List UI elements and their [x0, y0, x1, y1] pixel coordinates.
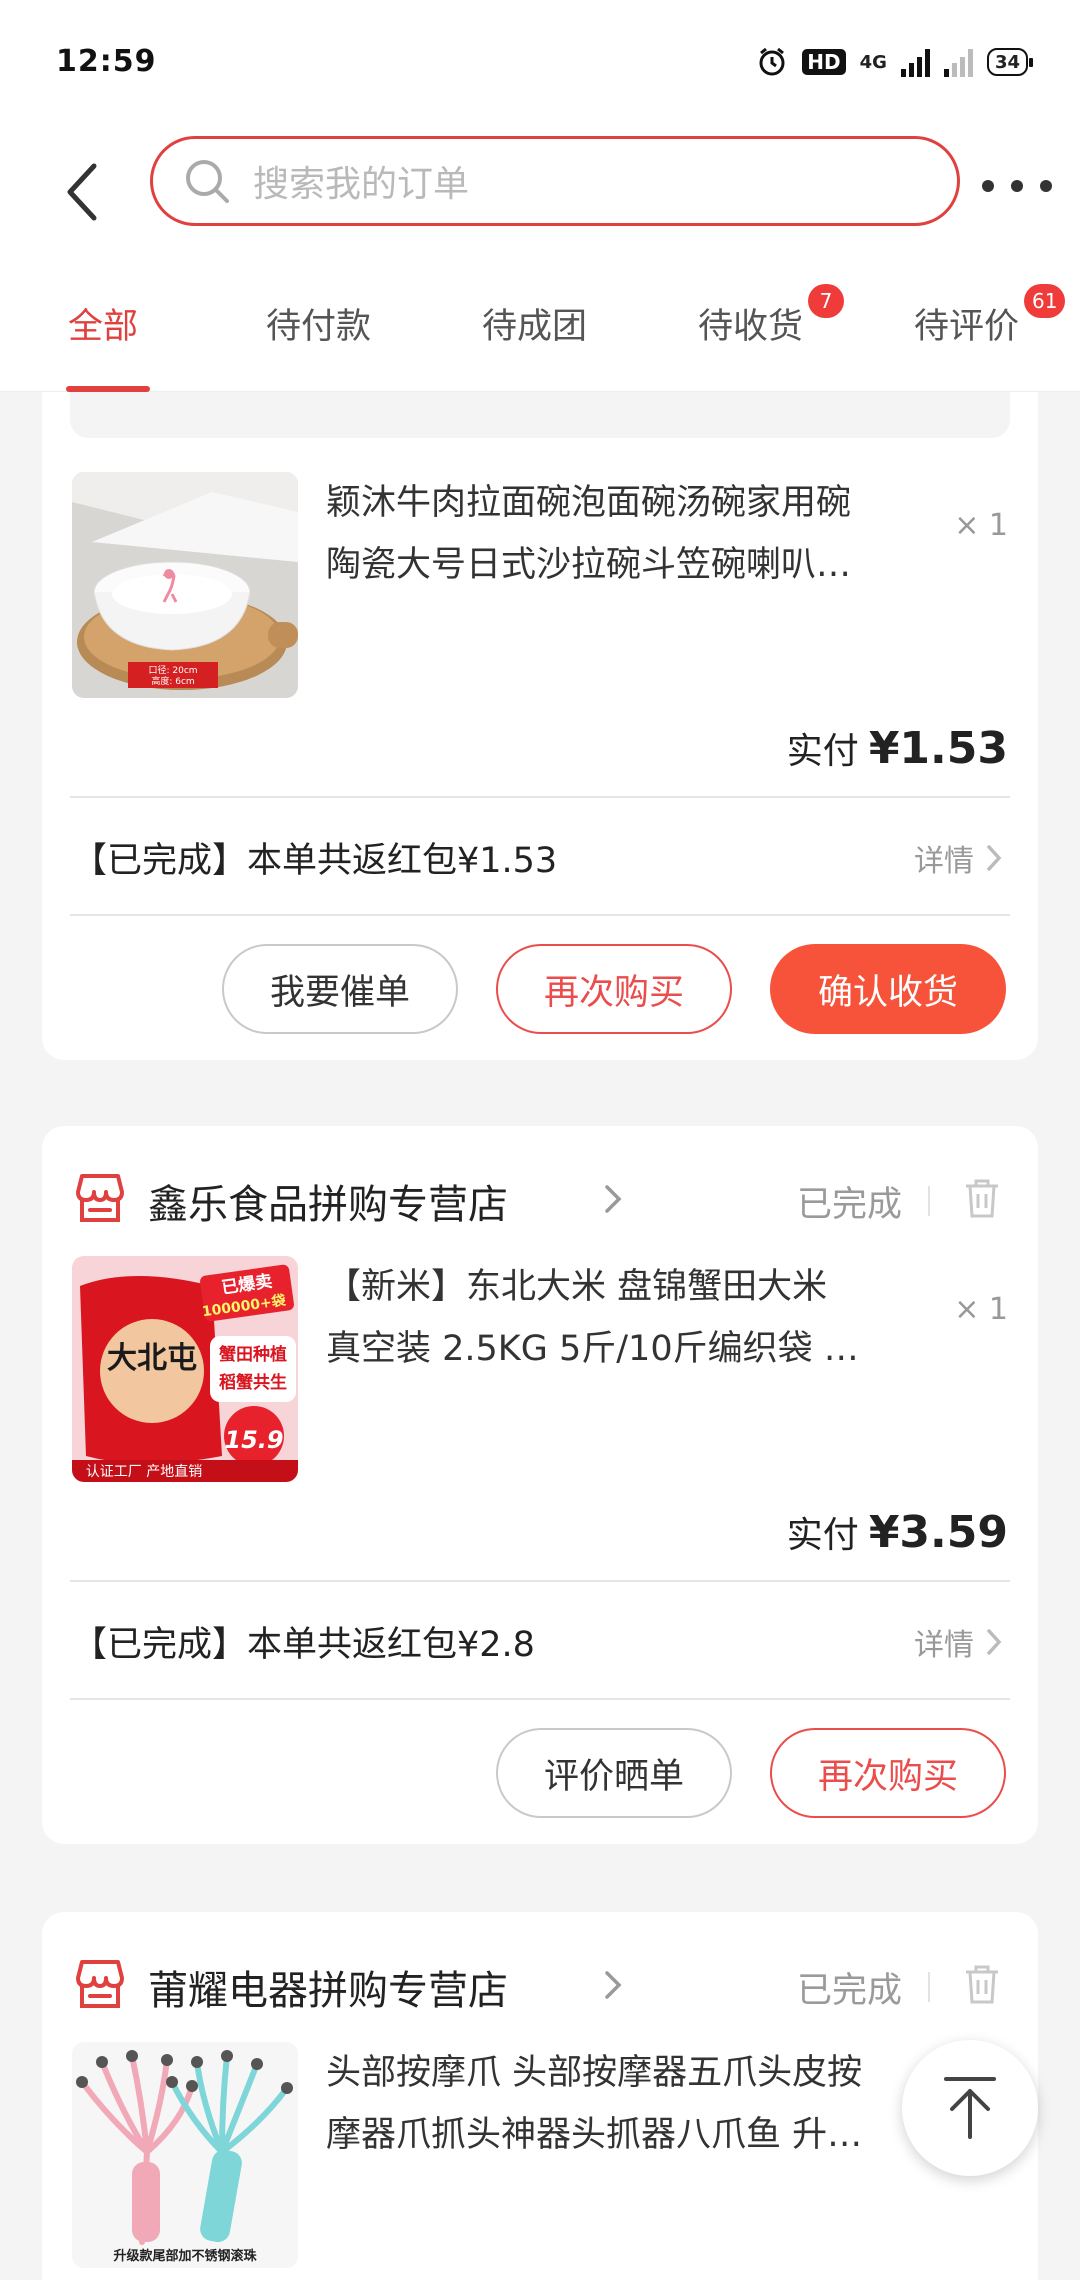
detail-link[interactable]: 详情 [914, 836, 1002, 880]
dot [982, 180, 994, 192]
trash-icon[interactable] [962, 1962, 1002, 2006]
svg-text:口径: 20cm: 口径: 20cm [148, 664, 197, 676]
urge-order-button[interactable]: 我要催单 [222, 944, 458, 1034]
tab-pending-payment[interactable]: 待付款 [266, 298, 371, 349]
divider [70, 1580, 1010, 1582]
divider [928, 1186, 930, 1216]
order-tabs: 全部 待付款 待成团 待收货 7 待评价 61 [0, 260, 1080, 392]
chevron-right-icon [987, 1629, 1002, 1655]
back-button[interactable] [52, 152, 112, 232]
order-card: 鑫乐食品拼购专营店 已完成 大北屯 已爆卖 100000+袋 蟹田种植 稻蟹共生… [42, 1126, 1038, 1844]
tab-pending-review[interactable]: 待评价 61 [914, 284, 1066, 349]
store-icon [76, 1960, 124, 2008]
search-icon [186, 160, 229, 203]
image-tag: 蟹田种植 [219, 1344, 287, 1365]
arrow-up-icon [944, 2077, 996, 2139]
image-tag: 稻蟹共生 [219, 1372, 287, 1393]
back-icon [67, 163, 97, 221]
review-button[interactable]: 评价晒单 [496, 1728, 732, 1818]
paid-amount-row: 实付 ¥3.59 [787, 1506, 1008, 1558]
status-bar: 12:59 HD 4G 34 [0, 0, 1080, 130]
count-badge: 7 [808, 284, 844, 318]
tab-all[interactable]: 全部 [68, 298, 138, 349]
product-title[interactable]: 【新米】东北大米 盘锦蟹田大米 真空装 2.5KG 5斤/10斤编织袋 … [326, 1256, 906, 1380]
divider [70, 914, 1010, 916]
rice-bag-image: 大北屯 已爆卖 100000+袋 蟹田种植 稻蟹共生 15.9 认证工厂 产地直… [72, 1256, 298, 1482]
rebate-text: 【已完成】本单共返红包¥2.8 [72, 1625, 535, 1665]
network-type: 4G [859, 51, 887, 73]
signal-icon [900, 47, 930, 77]
detail-label: 详情 [914, 844, 974, 879]
product-quantity: × 1 [954, 1292, 1008, 1327]
divider [70, 1698, 1010, 1700]
store-header: 鑫乐食品拼购专营店 已完成 [72, 1170, 1008, 1230]
status-icons: HD 4G 34 [756, 46, 1034, 78]
paid-label: 实付 [786, 731, 859, 772]
battery-icon: 34 [986, 48, 1034, 76]
image-price: 15.9 [224, 1426, 283, 1454]
product-quantity: × 1 [954, 508, 1008, 543]
trash-icon[interactable] [962, 1176, 1002, 1220]
previous-section-edge [70, 392, 1010, 438]
alarm-icon [759, 47, 785, 76]
dot [1011, 180, 1023, 192]
detail-label: 详情 [914, 1628, 974, 1663]
svg-text:高度: 6cm: 高度: 6cm [151, 675, 194, 687]
paid-amount: ¥3.59 [868, 1507, 1008, 1558]
order-card: 莆耀电器拼购专营店 已完成 升级款尾部加不锈钢滚珠 头部按摩爪 头部按摩器五爪头 [42, 1912, 1038, 2280]
order-card: 口径: 20cm 高度: 6cm 颖沐牛肉拉面碗泡面碗汤碗家用碗 陶瓷大号日式沙… [42, 392, 1038, 1060]
count-badge: 61 [1024, 284, 1066, 318]
product-title[interactable]: 头部按摩爪 头部按摩器五爪头皮按 摩器爪抓头神器头抓器八爪鱼 升… [326, 2042, 906, 2166]
image-caption: 升级款尾部加不锈钢滚珠 [113, 2248, 257, 2264]
bowl-image: 口径: 20cm 高度: 6cm [72, 472, 298, 698]
buy-again-button[interactable]: 再次购买 [496, 944, 732, 1034]
hd-icon: HD [802, 49, 846, 75]
store-name[interactable]: 莆耀电器拼购专营店 [148, 1958, 508, 2016]
tab-pending-receipt[interactable]: 待收货 7 [698, 284, 844, 349]
paid-label: 实付 [786, 1515, 859, 1556]
product-title-line: 摩器爪抓头神器头抓器八爪鱼 升… [326, 2115, 863, 2155]
search-input[interactable]: 搜索我的订单 [150, 136, 960, 226]
search-placeholder: 搜索我的订单 [253, 164, 470, 205]
product-image[interactable]: 大北屯 已爆卖 100000+袋 蟹田种植 稻蟹共生 15.9 认证工厂 产地直… [72, 1256, 298, 1482]
tab-label: 待收货 [698, 307, 804, 347]
detail-link[interactable]: 详情 [914, 1620, 1002, 1664]
order-status: 已完成 [796, 1971, 902, 2011]
more-button[interactable] [982, 166, 1052, 206]
chevron-right-icon[interactable] [602, 1970, 624, 2000]
product-title-line: 头部按摩爪 头部按摩器五爪头皮按 [326, 2053, 863, 2093]
buy-again-button[interactable]: 再次购买 [770, 1728, 1006, 1818]
head-massager-image: 升级款尾部加不锈钢滚珠 [72, 2042, 298, 2268]
back-to-top-button[interactable] [902, 2040, 1038, 2176]
chevron-right-icon[interactable] [602, 1184, 624, 1214]
paid-amount: ¥1.53 [868, 723, 1008, 774]
header: 搜索我的订单 [0, 130, 1080, 260]
product-image[interactable]: 口径: 20cm 高度: 6cm [72, 472, 298, 698]
chevron-right-icon [987, 845, 1002, 871]
store-name[interactable]: 鑫乐食品拼购专营店 [148, 1172, 508, 1230]
image-brand: 大北屯 [107, 1341, 197, 1376]
dot [1040, 180, 1052, 192]
product-title-line: 陶瓷大号日式沙拉碗斗笠碗喇叭… [326, 545, 852, 585]
product-title[interactable]: 颖沐牛肉拉面碗泡面碗汤碗家用碗 陶瓷大号日式沙拉碗斗笠碗喇叭… [326, 472, 906, 596]
product-title-line: 颖沐牛肉拉面碗泡面碗汤碗家用碗 [326, 483, 852, 523]
divider [928, 1972, 930, 2002]
status-time: 12:59 [56, 44, 157, 79]
image-footer: 认证工厂 产地直销 [86, 1463, 202, 1480]
store-header: 莆耀电器拼购专营店 已完成 [72, 1956, 1008, 2016]
store-icon [76, 1174, 124, 1222]
rebate-text: 【已完成】本单共返红包¥1.53 [72, 841, 558, 881]
divider [70, 796, 1010, 798]
product-image[interactable]: 升级款尾部加不锈钢滚珠 [72, 2042, 298, 2268]
tab-pending-group[interactable]: 待成团 [482, 298, 587, 349]
product-title-line: 真空装 2.5KG 5斤/10斤编织袋 … [326, 1329, 859, 1369]
confirm-receipt-button[interactable]: 确认收货 [770, 944, 1006, 1034]
paid-amount-row: 实付 ¥1.53 [787, 722, 1008, 774]
tab-label: 待评价 [914, 307, 1020, 347]
product-title-line: 【新米】东北大米 盘锦蟹田大米 [326, 1267, 828, 1307]
order-status: 已完成 [796, 1185, 902, 1225]
signal-weak-icon [943, 47, 973, 77]
